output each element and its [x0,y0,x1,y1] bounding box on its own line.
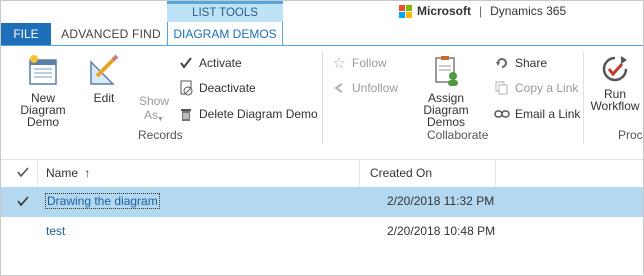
row-checkbox[interactable] [17,195,29,210]
assign-diagram-demos-label: Assign Diagram Demos [423,91,469,129]
copy-icon [494,80,510,96]
record-created-on: 2/20/2018 11:32 PM [387,194,495,208]
group-divider [322,52,323,144]
edit-label: Edit [93,91,115,105]
chevron-down-icon: ▼ [157,116,164,123]
deactivate-icon [178,80,194,96]
email-link-button[interactable]: Email a Link [494,105,580,123]
new-diagram-demo-button[interactable]: New Diagram Demo [3,54,83,128]
table-row[interactable]: test 2/20/2018 10:48 PM [1,217,643,247]
email-link-label: Email a Link [515,107,581,121]
ribbon-tab-bar: FILE ADVANCED FIND LIST TOOLS DIAGRAM DE… [1,1,643,45]
assign-icon [435,56,458,86]
ribbon: New Diagram Demo Edit Show As ▼ Activate [1,45,643,146]
unfollow-button[interactable]: Unfollow [331,79,398,97]
delete-diagram-demo-label: Delete Diagram Demo [199,107,318,121]
assign-diagram-demos-button[interactable]: Assign Diagram Demos [403,54,489,128]
context-group-list-tools: LIST TOOLS [167,1,283,22]
checkmark-icon [178,55,194,71]
tab-advanced-find[interactable]: ADVANCED FIND [55,23,167,45]
edit-button[interactable]: Edit [83,54,125,104]
activate-button[interactable]: Activate [178,54,242,72]
column-divider [359,160,360,187]
checkmark-icon [17,167,29,178]
brand-separator: | [479,4,483,18]
tab-diagram-demos[interactable]: DIAGRAM DEMOS [167,22,283,45]
show-as-dropdown[interactable]: Show As [131,94,171,122]
copy-link-label: Copy a Link [515,81,579,95]
trash-icon [178,106,194,122]
brand-product: Dynamics 365 [490,4,567,18]
run-workflow-label: Run Workflow [590,87,640,113]
copy-link-button[interactable]: Copy a Link [494,79,578,97]
edit-icon [90,54,119,85]
microsoft-logo-icon [399,4,412,18]
brand-company: Microsoft [417,4,471,18]
unfollow-icon [331,80,347,96]
new-record-icon [29,55,57,85]
run-workflow-button[interactable]: Run Workflow [587,54,643,112]
deactivate-button[interactable]: Deactivate [178,79,256,97]
record-name-link[interactable]: test [46,224,65,238]
record-created-on: 2/20/2018 10:48 PM [387,224,496,238]
tab-file[interactable]: FILE [1,23,51,45]
column-header-name[interactable]: Name ↑ [46,166,90,180]
share-icon [494,55,510,71]
table-row[interactable]: Drawing the diagram 2/20/2018 11:32 PM [1,187,643,217]
unfollow-label: Unfollow [352,81,399,95]
grid-header: Name ↑ Created On [1,159,643,188]
record-name-link[interactable]: Drawing the diagram [45,193,160,209]
group-label-records: Records [138,128,183,142]
delete-diagram-demo-button[interactable]: Delete Diagram Demo [178,105,318,123]
deactivate-label: Deactivate [199,81,256,95]
share-label: Share [515,56,548,70]
app-window: FILE ADVANCED FIND LIST TOOLS DIAGRAM DE… [0,0,644,276]
link-icon [494,106,510,122]
group-label-process: Proc [618,128,643,142]
sort-ascending-icon: ↑ [84,166,91,180]
follow-button[interactable]: ☆ Follow [331,54,387,72]
brand-header: Microsoft | Dynamics 365 [399,3,566,19]
group-divider [583,52,584,144]
column-header-name-label: Name [46,166,79,180]
group-label-collaborate: Collaborate [427,128,489,142]
new-diagram-demo-label: New Diagram Demo [20,91,66,129]
activate-label: Activate [199,56,242,70]
checkmark-icon [17,196,29,207]
follow-label: Follow [352,56,387,70]
column-divider [37,160,38,187]
share-button[interactable]: Share [494,54,547,72]
records-grid: Name ↑ Created On Drawing the diagram 2/… [1,146,643,275]
select-all-checkbox[interactable] [17,166,29,181]
star-icon: ☆ [332,55,346,72]
column-header-created-on[interactable]: Created On [370,166,432,180]
run-workflow-icon [602,56,628,82]
column-divider [495,160,496,187]
